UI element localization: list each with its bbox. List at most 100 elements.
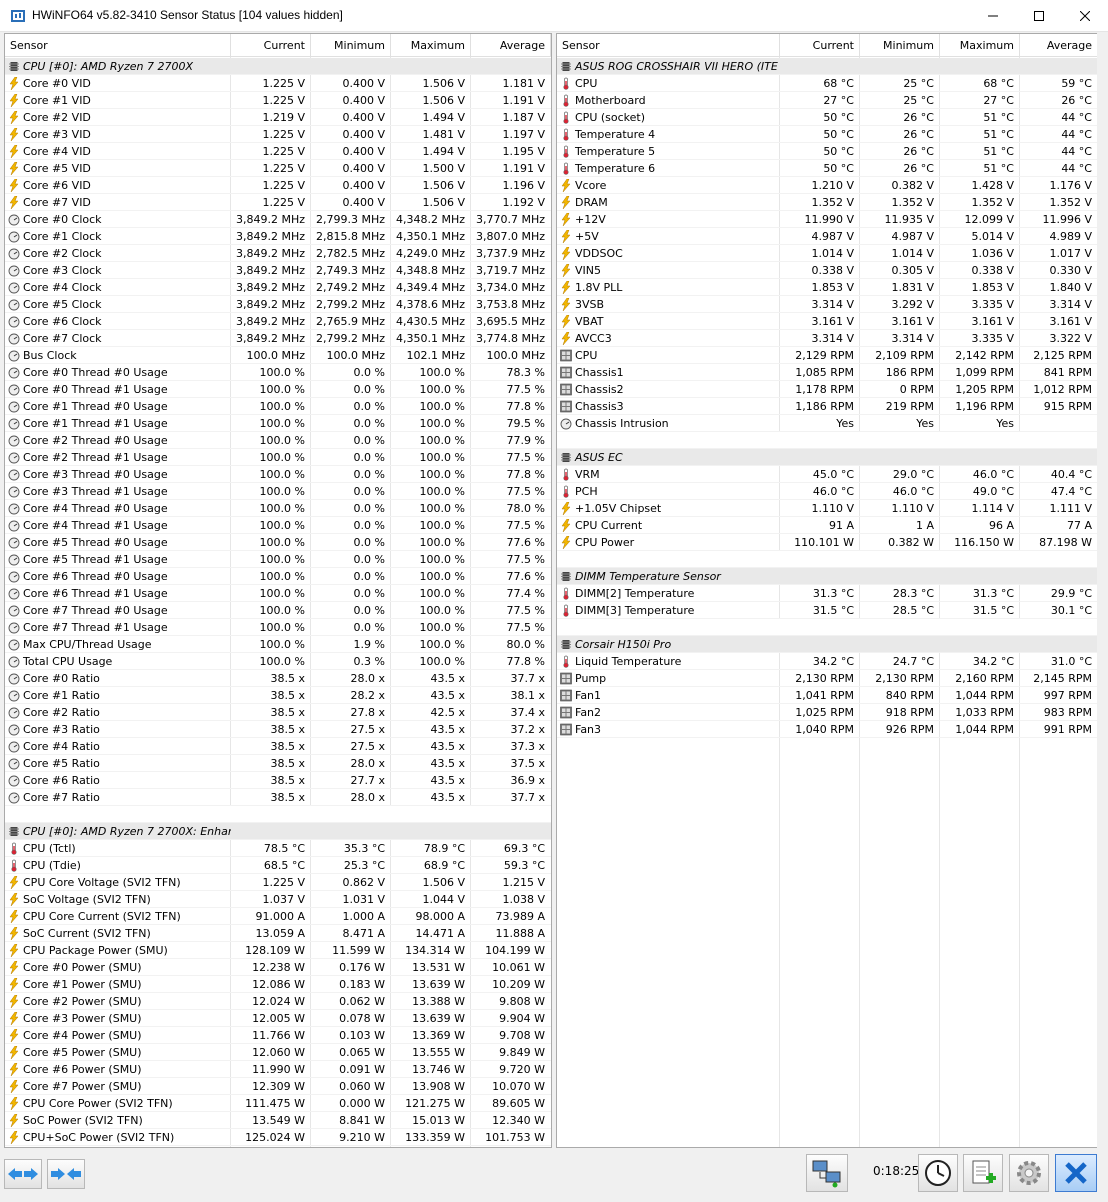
column-header-minimum[interactable]: Minimum	[311, 34, 391, 57]
column-header-sensor[interactable]: Sensor	[557, 34, 780, 57]
sensor-row[interactable]: CPU Core Current (SVI2 TFN) 91.000 A 1.000…	[5, 908, 551, 925]
sensor-row[interactable]: Core #1 Power (SMU) 12.086 W 0.183 W 13.639…	[5, 976, 551, 993]
sensor-row[interactable]: VDDSOC 1.014 V 1.014 V 1.036 V 1.017 V	[557, 245, 1097, 262]
column-header-average[interactable]: Average	[1020, 34, 1097, 57]
sensor-row[interactable]: Temperature 4 50 °C 26 °C 51 °C 44 °C	[557, 126, 1097, 143]
sensor-row[interactable]: Temperature 5 50 °C 26 °C 51 °C 44 °C	[557, 143, 1097, 160]
settings-button[interactable]	[1009, 1154, 1049, 1192]
sensor-row[interactable]: Chassis1 1,085 RPM 186 RPM 1,099 RPM 841 RPM	[557, 364, 1097, 381]
sensor-row[interactable]: Core #6 Thread #1 Usage 100.0 % 0.0 % 100.0…	[5, 585, 551, 602]
sensor-row[interactable]: CPU 68 °C 25 °C 68 °C 59 °C	[557, 75, 1097, 92]
sensor-row[interactable]: Core #6 VID 1.225 V 0.400 V 1.506 V 1.196 V	[5, 177, 551, 194]
sensor-row[interactable]: Core #4 Clock 3,849.2 MHz 2,749.2 MHz 4,349…	[5, 279, 551, 296]
sensor-row[interactable]: CPU (socket) 50 °C 26 °C 51 °C 44 °C	[557, 109, 1097, 126]
sensor-row[interactable]: Core #6 Thread #0 Usage 100.0 % 0.0 % 100.0…	[5, 568, 551, 585]
sensor-row[interactable]: Core #2 Power (SMU) 12.024 W 0.062 W 13.388…	[5, 993, 551, 1010]
close-window-button[interactable]	[1062, 0, 1108, 31]
sensor-row[interactable]: Core #4 Thread #1 Usage 100.0 % 0.0 % 100.0…	[5, 517, 551, 534]
sensor-row[interactable]: Total CPU Usage 100.0 % 0.3 % 100.0 % 77.8 %	[5, 653, 551, 670]
sensor-row[interactable]: Chassis Intrusion Yes Yes Yes	[557, 415, 1097, 432]
sensor-row[interactable]: Core #6 Ratio 38.5 x 27.7 x 43.5 x 36.9 x	[5, 772, 551, 789]
sensor-row[interactable]: Max CPU/Thread Usage 100.0 % 1.9 % 100.0 % 8…	[5, 636, 551, 653]
sensor-row[interactable]: Core #3 VID 1.225 V 0.400 V 1.481 V 1.197 V	[5, 126, 551, 143]
sensor-row[interactable]: Core #2 Thread #1 Usage 100.0 % 0.0 % 100.0…	[5, 449, 551, 466]
sensor-row[interactable]: Core #5 Clock 3,849.2 MHz 2,799.2 MHz 4,378…	[5, 296, 551, 313]
sensor-row[interactable]: 1.8V PLL 1.853 V 1.831 V 1.853 V 1.840 V	[557, 279, 1097, 296]
sensor-row[interactable]: Core #1 Thread #1 Usage 100.0 % 0.0 % 100.0…	[5, 415, 551, 432]
sensor-row[interactable]: DIMM[2] Temperature 31.3 °C 28.3 °C 31.3 °C…	[557, 585, 1097, 602]
close-sensors-button[interactable]	[1055, 1154, 1097, 1192]
sensor-row[interactable]: Fan2 1,025 RPM 918 RPM 1,033 RPM 983 RPM	[557, 704, 1097, 721]
sensor-row[interactable]: PCH 46.0 °C 46.0 °C 49.0 °C 47.4 °C	[557, 483, 1097, 500]
sensor-row[interactable]: Core #4 Power (SMU) 11.766 W 0.103 W 13.369…	[5, 1027, 551, 1044]
sensor-row[interactable]: Core #2 VID 1.219 V 0.400 V 1.494 V 1.187 V	[5, 109, 551, 126]
sensor-row[interactable]: Core #7 Thread #1 Usage 100.0 % 0.0 % 100.0…	[5, 619, 551, 636]
column-header-current[interactable]: Current	[231, 34, 311, 57]
sensor-row[interactable]: Core #7 Thread #0 Usage 100.0 % 0.0 % 100.0…	[5, 602, 551, 619]
sensor-group-row[interactable]: DIMM Temperature Sensor	[557, 568, 1097, 585]
sensor-row[interactable]: CPU Core Power (SVI2 TFN) 111.475 W 0.000 …	[5, 1095, 551, 1112]
sensor-row[interactable]: CPU (Tdie) 68.5 °C 25.3 °C 68.9 °C 59.3 °C	[5, 857, 551, 874]
column-header-maximum[interactable]: Maximum	[391, 34, 471, 57]
logging-button[interactable]	[963, 1154, 1003, 1192]
sensor-row[interactable]: CPU (Tctl) 78.5 °C 35.3 °C 78.9 °C 69.3 °C	[5, 840, 551, 857]
collapse-left-button[interactable]	[4, 1159, 42, 1189]
sensor-group-row[interactable]: CPU [#0]: AMD Ryzen 7 2700X	[5, 58, 551, 75]
sensor-row[interactable]: Core #3 Power (SMU) 12.005 W 0.078 W 13.639…	[5, 1010, 551, 1027]
sensor-row[interactable]: +5V 4.987 V 4.987 V 5.014 V 4.989 V	[557, 228, 1097, 245]
sensor-row[interactable]: Core #7 Ratio 38.5 x 28.0 x 43.5 x 37.7 x	[5, 789, 551, 806]
expand-right-button[interactable]	[47, 1159, 85, 1189]
sensor-row[interactable]: Core #7 Clock 3,849.2 MHz 2,799.2 MHz 4,350…	[5, 330, 551, 347]
sensor-row[interactable]: 3VSB 3.314 V 3.292 V 3.335 V 3.314 V	[557, 296, 1097, 313]
column-header-maximum[interactable]: Maximum	[940, 34, 1020, 57]
sensor-row[interactable]: Fan1 1,041 RPM 840 RPM 1,044 RPM 997 RPM	[557, 687, 1097, 704]
sensor-row[interactable]: Chassis3 1,186 RPM 219 RPM 1,196 RPM 915 RPM	[557, 398, 1097, 415]
sensor-row[interactable]: CPU Power 110.101 W 0.382 W 116.150 W 87.198…	[557, 534, 1097, 551]
sensor-group-row[interactable]: CPU [#0]: AMD Ryzen 7 2700X: Enhanced	[5, 823, 551, 840]
sensor-row[interactable]: SoC Current (SVI2 TFN) 13.059 A 8.471 A 14.…	[5, 925, 551, 942]
sensor-row[interactable]: Core #4 Ratio 38.5 x 27.5 x 43.5 x 37.3 x	[5, 738, 551, 755]
sensor-row[interactable]: CPU+SoC Power (SVI2 TFN) 125.024 W 9.210 W…	[5, 1129, 551, 1146]
sensor-row[interactable]: DRAM 1.352 V 1.352 V 1.352 V 1.352 V	[557, 194, 1097, 211]
sensor-row[interactable]: SoC Power (SVI2 TFN) 13.549 W 8.841 W 15.01…	[5, 1112, 551, 1129]
sensor-row[interactable]: Core #7 Power (SMU) 12.309 W 0.060 W 13.908…	[5, 1078, 551, 1095]
minimize-button[interactable]	[970, 0, 1016, 31]
sensor-row[interactable]: VBAT 3.161 V 3.161 V 3.161 V 3.161 V	[557, 313, 1097, 330]
sensor-row[interactable]: Core #2 Ratio 38.5 x 27.8 x 42.5 x 37.4 x	[5, 704, 551, 721]
sensor-group-row[interactable]: Corsair H150i Pro	[557, 636, 1097, 653]
sensor-row[interactable]: Core #1 Thread #0 Usage 100.0 % 0.0 % 100.0…	[5, 398, 551, 415]
sensor-row[interactable]: VRM 45.0 °C 29.0 °C 46.0 °C 40.4 °C	[557, 466, 1097, 483]
sensor-row[interactable]: Core #0 Ratio 38.5 x 28.0 x 43.5 x 37.7 x	[5, 670, 551, 687]
title-bar[interactable]: HWiNFO64 v5.82-3410 Sensor Status [104 v…	[0, 0, 1108, 32]
sensor-row[interactable]: +12V 11.990 V 11.935 V 12.099 V 11.996 V	[557, 211, 1097, 228]
sensor-row[interactable]: Core #5 Thread #0 Usage 100.0 % 0.0 % 100.0…	[5, 534, 551, 551]
sensor-row[interactable]: Core #5 Ratio 38.5 x 28.0 x 43.5 x 37.5 x	[5, 755, 551, 772]
reset-timer-button[interactable]	[918, 1154, 958, 1192]
sensor-row[interactable]: Fan3 1,040 RPM 926 RPM 1,044 RPM 991 RPM	[557, 721, 1097, 738]
sensor-row[interactable]: Core #2 Thread #0 Usage 100.0 % 0.0 % 100.0…	[5, 432, 551, 449]
sensor-row[interactable]: CPU Core Voltage (SVI2 TFN) 1.225 V 0.862 …	[5, 874, 551, 891]
column-header-sensor[interactable]: Sensor	[5, 34, 231, 57]
sensor-row[interactable]: Core #0 Thread #1 Usage 100.0 % 0.0 % 100.0…	[5, 381, 551, 398]
sensor-row[interactable]: Liquid Temperature 34.2 °C 24.7 °C 34.2 °C 3…	[557, 653, 1097, 670]
sensor-row[interactable]: VIN5 0.338 V 0.305 V 0.338 V 0.330 V	[557, 262, 1097, 279]
sensor-table-right[interactable]: Sensor Current Minimum Maximum Average A…	[556, 33, 1097, 1148]
sensor-row[interactable]: Core #3 Thread #0 Usage 100.0 % 0.0 % 100.0…	[5, 466, 551, 483]
sensor-row[interactable]: CPU 2,129 RPM 2,109 RPM 2,142 RPM 2,125 RPM	[557, 347, 1097, 364]
sensor-row[interactable]: Core #3 Clock 3,849.2 MHz 2,749.3 MHz 4,348…	[5, 262, 551, 279]
sensor-row[interactable]: Core #1 Clock 3,849.2 MHz 2,815.8 MHz 4,350…	[5, 228, 551, 245]
sensor-row[interactable]: Core #1 VID 1.225 V 0.400 V 1.506 V 1.191 V	[5, 92, 551, 109]
sensor-row[interactable]: Core #1 Ratio 38.5 x 28.2 x 43.5 x 38.1 x	[5, 687, 551, 704]
sensor-row[interactable]: Chassis2 1,178 RPM 0 RPM 1,205 RPM 1,012 RPM	[557, 381, 1097, 398]
sensor-row[interactable]: Core #4 VID 1.225 V 0.400 V 1.494 V 1.195 V	[5, 143, 551, 160]
sensor-row[interactable]: Core #6 Power (SMU) 11.990 W 0.091 W 13.746…	[5, 1061, 551, 1078]
sensor-row[interactable]: Core #5 VID 1.225 V 0.400 V 1.500 V 1.191 V	[5, 160, 551, 177]
sensor-row[interactable]: Core #5 Thread #1 Usage 100.0 % 0.0 % 100.0…	[5, 551, 551, 568]
sensor-row[interactable]: CPU Current 91 A 1 A 96 A 77 A	[557, 517, 1097, 534]
sensor-row[interactable]: Core #0 VID 1.225 V 0.400 V 1.506 V 1.181 V	[5, 75, 551, 92]
sensor-table-left[interactable]: Sensor Current Minimum Maximum Average C…	[4, 33, 552, 1148]
sensor-row[interactable]: Core #0 Clock 3,849.2 MHz 2,799.3 MHz 4,348…	[5, 211, 551, 228]
column-header-minimum[interactable]: Minimum	[860, 34, 940, 57]
sensor-row[interactable]: SoC Voltage (SVI2 TFN) 1.037 V 1.031 V 1.04…	[5, 891, 551, 908]
sensor-row[interactable]: DIMM[3] Temperature 31.5 °C 28.5 °C 31.5 °C…	[557, 602, 1097, 619]
